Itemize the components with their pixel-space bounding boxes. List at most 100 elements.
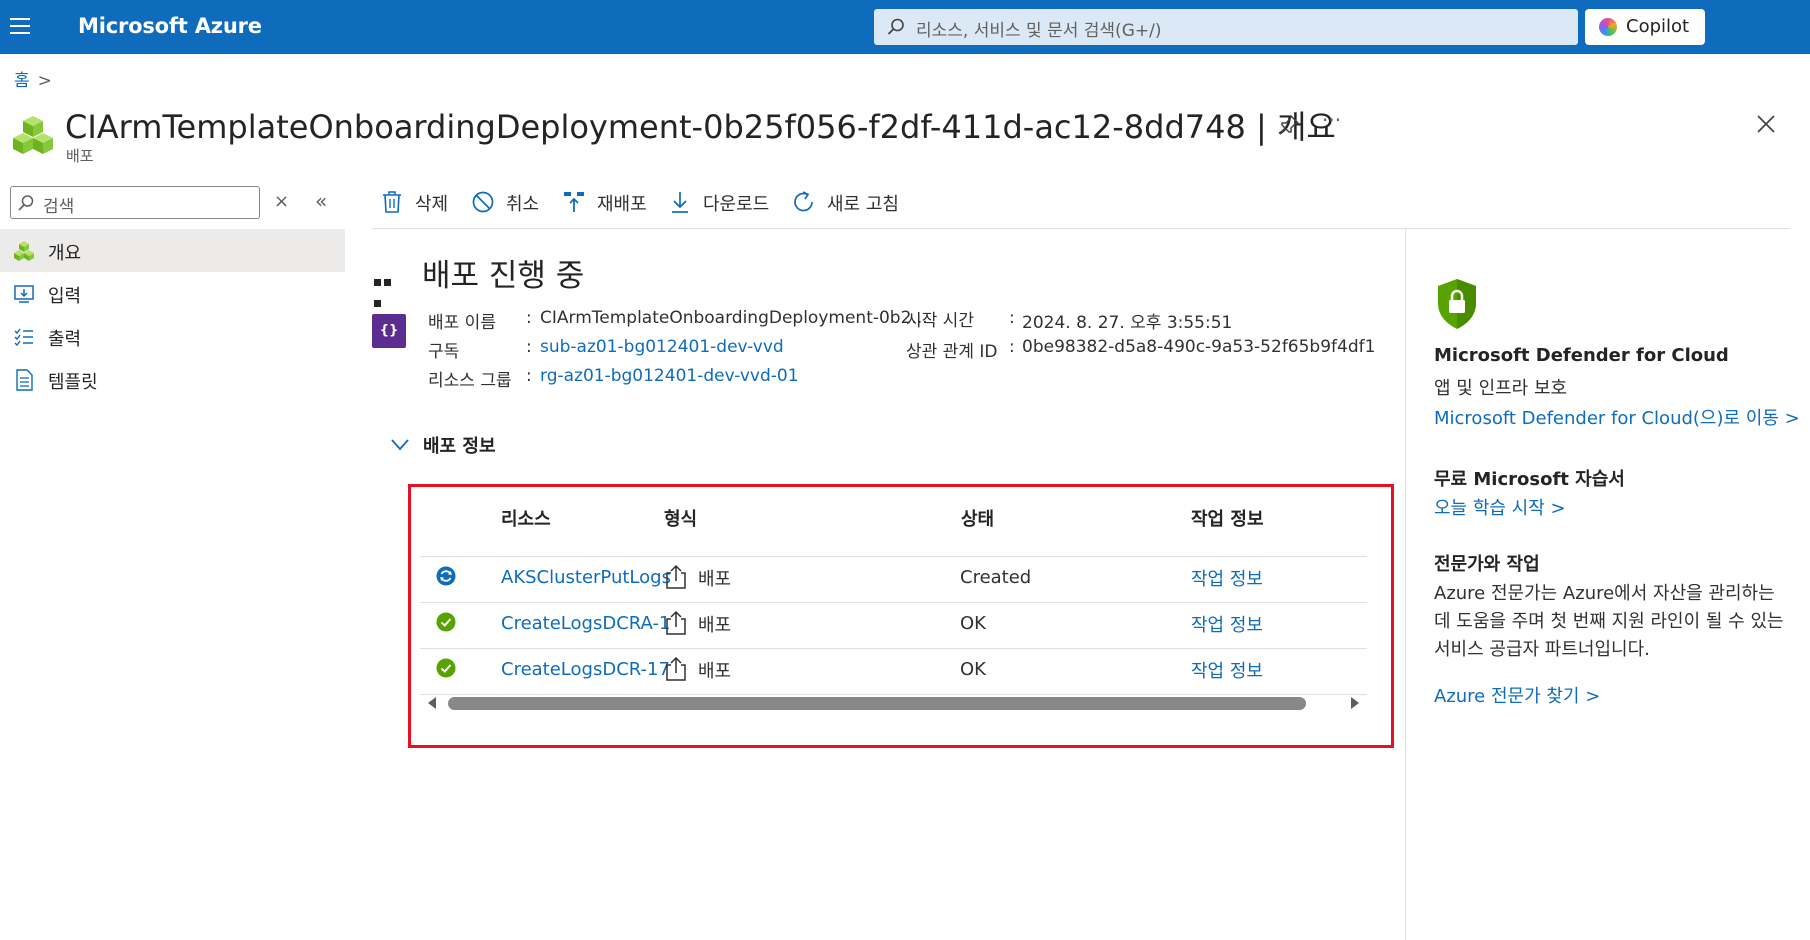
global-search-box[interactable]: 리소스, 서비스 및 문서 검색(G+/)	[874, 9, 1578, 45]
template-icon	[16, 369, 33, 391]
close-icon[interactable]	[1756, 114, 1776, 134]
overview-cubes-icon	[14, 241, 34, 261]
deployment-name-row: 배포 이름	[428, 308, 496, 333]
in-progress-icon	[436, 566, 456, 586]
resource-type: 배포	[698, 661, 732, 682]
pin-icon[interactable]	[1278, 114, 1300, 136]
chevron-down-icon[interactable]	[390, 438, 410, 452]
subscription-row: 구독	[428, 337, 459, 362]
cancel-icon	[472, 191, 494, 213]
nav-item-inputs[interactable]: 입력	[0, 272, 345, 315]
defender-title: Microsoft Defender for Cloud	[1434, 345, 1729, 366]
nav-item-outputs[interactable]: 출력	[0, 315, 345, 358]
defender-shield-icon	[1438, 279, 1476, 329]
resource-link[interactable]: CreateLogsDCR-17	[501, 659, 670, 680]
subscription-label: 구독	[428, 342, 460, 362]
top-bar: Microsoft Azure 리소스, 서비스 및 문서 검색(G+/) Co…	[0, 0, 1810, 54]
deployment-details-section-title[interactable]: 배포 정보	[423, 432, 496, 458]
correlation-value-cell: 0be98382-d5a8-490c-9a53-52f65b9f4df1	[1022, 337, 1375, 357]
operation-details-link[interactable]: 작업 정보	[1191, 657, 1263, 683]
defender-link[interactable]: Microsoft Defender for Cloud(으)로 이동 >	[1434, 404, 1800, 430]
page-title: CIArmTemplateOnboardingDeployment-0b25f0…	[65, 108, 1336, 146]
redeploy-label: 재배포	[597, 194, 647, 215]
deployment-template-icon: {}	[372, 314, 406, 348]
learn-title: 무료 Microsoft 자습서	[1434, 469, 1625, 490]
resource-link[interactable]: CreateLogsDCRA-1	[501, 613, 670, 634]
column-header-status[interactable]: 상태	[961, 505, 994, 531]
in-progress-dots-icon	[374, 270, 402, 307]
horizontal-scrollbar[interactable]	[420, 693, 1367, 713]
deployment-name-label: 배포 이름	[428, 313, 496, 333]
separator: :	[1009, 337, 1015, 357]
subscription-value-cell: sub-az01-bg012401-dev-vvd	[540, 337, 784, 357]
separator: :	[1009, 308, 1015, 328]
download-label: 다운로드	[703, 194, 770, 215]
deploy-upload-icon	[666, 656, 686, 681]
scroll-right-arrow-icon[interactable]	[1351, 697, 1359, 709]
clear-search-icon[interactable]: ×	[274, 191, 289, 212]
start-time-value: 2024. 8. 27. 오후 3:55:51	[1022, 313, 1233, 333]
right-panel-divider	[1405, 228, 1406, 940]
resource-group-row: 리소스 그룹	[428, 366, 512, 391]
breadcrumb-home-link[interactable]: 홈	[14, 71, 30, 91]
deployment-name-value: CIArmTemplateOnboardingDeployment-0b2...	[540, 308, 928, 328]
more-options-icon[interactable]: ···	[1322, 108, 1341, 132]
separator: :	[526, 308, 532, 328]
start-time-sep: :	[1009, 308, 1015, 328]
cancel-label: 취소	[506, 194, 540, 215]
deploy-upload-icon	[666, 564, 686, 589]
subscription-sep: :	[526, 337, 532, 357]
resource-group-link[interactable]: rg-az01-bg012401-dev-vvd-01	[540, 366, 799, 386]
scroll-left-arrow-icon[interactable]	[428, 697, 436, 709]
collapse-menu-icon[interactable]: «	[315, 189, 327, 213]
correlation-id-label: 상관 관계 ID	[906, 342, 998, 362]
success-check-icon	[436, 658, 456, 678]
resource-group-label: 리소스 그룹	[428, 371, 512, 391]
table-row: AKSClusterPutLogs 배포 Created 작업 정보	[420, 557, 1367, 603]
nav-item-template[interactable]: 템플릿	[0, 358, 345, 401]
deployment-name-value-cell: CIArmTemplateOnboardingDeployment-0b2...	[540, 308, 928, 328]
start-time-label: 시작 시간	[906, 311, 974, 331]
nav-item-overview[interactable]: 개요	[0, 229, 345, 272]
nav-label-outputs: 출력	[48, 329, 82, 350]
deployment-name-sep: :	[526, 308, 532, 328]
subscription-link[interactable]: sub-az01-bg012401-dev-vvd	[540, 337, 784, 357]
correlation-sep: :	[1009, 337, 1015, 357]
start-time-value-cell: 2024. 8. 27. 오후 3:55:51	[1022, 308, 1232, 333]
scrollbar-thumb[interactable]	[448, 697, 1306, 710]
menu-search-input[interactable]: 검색	[10, 186, 260, 219]
start-time-row: 시작 시간	[906, 306, 974, 331]
delete-label: 삭제	[415, 194, 449, 215]
menu-search-placeholder: 검색	[43, 197, 75, 217]
brand-title[interactable]: Microsoft Azure	[78, 14, 262, 38]
table-row: CreateLogsDCR-17 배포 OK 작업 정보	[420, 649, 1367, 695]
separator: :	[526, 337, 532, 357]
separator: :	[526, 366, 532, 386]
learn-link[interactable]: 오늘 학습 시작 >	[1434, 494, 1566, 520]
deploy-upload-icon	[666, 610, 686, 635]
column-header-operation-details[interactable]: 작업 정보	[1191, 505, 1264, 531]
hamburger-menu-icon[interactable]	[10, 18, 30, 34]
copilot-icon	[1599, 18, 1617, 36]
breadcrumb-separator: >	[37, 71, 52, 91]
outputs-icon	[14, 328, 33, 347]
inputs-icon	[14, 285, 34, 303]
resource-link[interactable]: AKSClusterPutLogs	[501, 567, 671, 588]
download-icon	[672, 192, 688, 213]
column-header-type[interactable]: 형식	[664, 505, 697, 531]
redeploy-icon	[564, 192, 584, 212]
resource-status: OK	[960, 659, 986, 680]
deployment-cubes-icon	[13, 116, 53, 154]
expert-description: Azure 전문가는 Azure에서 자산을 관리하는 데 도움을 주며 첫 번…	[1434, 583, 1784, 660]
copilot-button[interactable]: Copilot	[1585, 9, 1705, 45]
resource-group-sep: :	[526, 366, 532, 386]
expert-link[interactable]: Azure 전문가 찾기 >	[1434, 682, 1600, 708]
breadcrumb: 홈 >	[14, 66, 52, 91]
copilot-label: Copilot	[1626, 16, 1690, 37]
column-header-resource[interactable]: 리소스	[501, 505, 551, 531]
resource-type: 배포	[698, 615, 732, 636]
correlation-id-value: 0be98382-d5a8-490c-9a53-52f65b9f4df1	[1022, 337, 1376, 357]
operation-details-link[interactable]: 작업 정보	[1191, 565, 1263, 591]
operation-details-link[interactable]: 작업 정보	[1191, 611, 1263, 637]
deployment-status-heading: 배포 진행 중	[422, 258, 585, 294]
